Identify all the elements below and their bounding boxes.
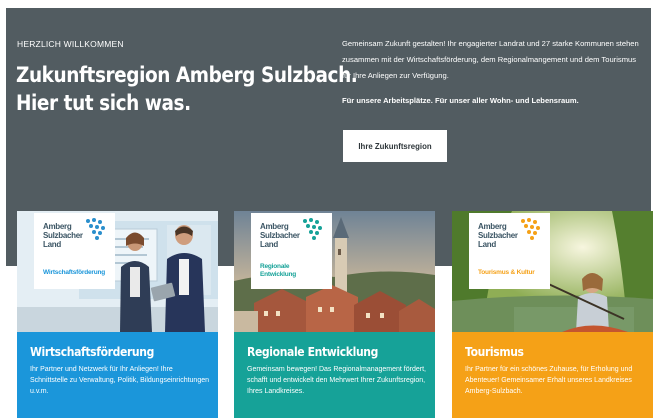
card-title: Regionale Entwicklung (247, 345, 379, 359)
card-body: Wirtschaftsförderung Ihr Partner und Net… (17, 332, 218, 418)
logo-line-3: Land (478, 240, 496, 249)
card-title: Wirtschaftsförderung (30, 345, 154, 359)
card-image-kayak-river: Amberg Sulzbacher Land Tourismus & Kultu… (452, 211, 653, 332)
logo-subtitle: Wirtschaftsförderung (43, 269, 106, 276)
logo-dot-mark-icon (303, 218, 322, 240)
card-description: Gemeinsam bewegen! Das Regionalmanagemen… (247, 366, 426, 395)
logo-amberg-sulzbacher-land: Amberg Sulzbacher Land Wirtschaftsförder… (34, 213, 115, 289)
logo-line-2: Sulzbacher (478, 231, 518, 240)
card-wirtschaftsfoerderung[interactable]: Amberg Sulzbacher Land Wirtschaftsförder… (17, 211, 218, 418)
card-image-office-meeting: Amberg Sulzbacher Land Wirtschaftsförder… (17, 211, 218, 332)
logo-line-3: Land (43, 240, 61, 249)
hero-eyebrow: HERZLICH WILLKOMMEN (17, 39, 124, 49)
page: HERZLICH WILLKOMMEN Zukunftsregion Amber… (0, 0, 657, 418)
logo-line-1: Amberg (43, 222, 72, 231)
card-regionale-entwicklung[interactable]: Amberg Sulzbacher Land Regionale Entwick… (234, 211, 435, 418)
logo-line-3: Land (260, 240, 278, 249)
card-description: Ihr Partner und Netzwerk für Ihr Anliege… (30, 366, 209, 395)
card-body: Tourismus Ihr Partner für ein schönes Zu… (452, 332, 653, 418)
hero-intro-bold-text: Für unsere Arbeitsplätze. Für unser alle… (342, 96, 579, 105)
logo-line-2: Sulzbacher (43, 231, 83, 240)
card-description: Ihr Partner für ein schönes Zuhause, für… (465, 366, 633, 395)
hero-headline: Zukunftsregion Amberg Sulzbach. Hier tut… (16, 61, 358, 117)
logo-subtitle-line-2: Entwicklung (260, 271, 297, 278)
logo-dot-mark-icon (521, 218, 540, 240)
logo-line-1: Amberg (478, 222, 507, 231)
logo-amberg-sulzbacher-land: Amberg Sulzbacher Land Tourismus & Kultu… (469, 213, 550, 289)
card-body: Regionale Entwicklung Gemeinsam bewegen!… (234, 332, 435, 418)
card-title: Tourismus (465, 345, 524, 359)
hero-headline-line-1: Zukunftsregion Amberg Sulzbach. (16, 63, 358, 87)
hero-headline-line-2: Hier tut sich was. (16, 91, 191, 115)
hero-intro-text: Gemeinsam Zukunft gestalten! Ihr engagie… (342, 39, 639, 80)
zukunftsregion-button[interactable]: Ihre Zukunftsregion (343, 130, 447, 162)
card-image-town-view: Amberg Sulzbacher Land Regionale Entwick… (234, 211, 435, 332)
logo-subtitle: Tourismus & Kultur (478, 269, 535, 276)
logo-amberg-sulzbacher-land: Amberg Sulzbacher Land Regionale Entwick… (251, 213, 332, 289)
logo-subtitle-line-1: Regionale (260, 263, 290, 270)
card-tourismus[interactable]: Amberg Sulzbacher Land Tourismus & Kultu… (452, 211, 653, 418)
logo-line-2: Sulzbacher (260, 231, 300, 240)
logo-dot-mark-icon (86, 218, 105, 240)
logo-line-1: Amberg (260, 222, 289, 231)
